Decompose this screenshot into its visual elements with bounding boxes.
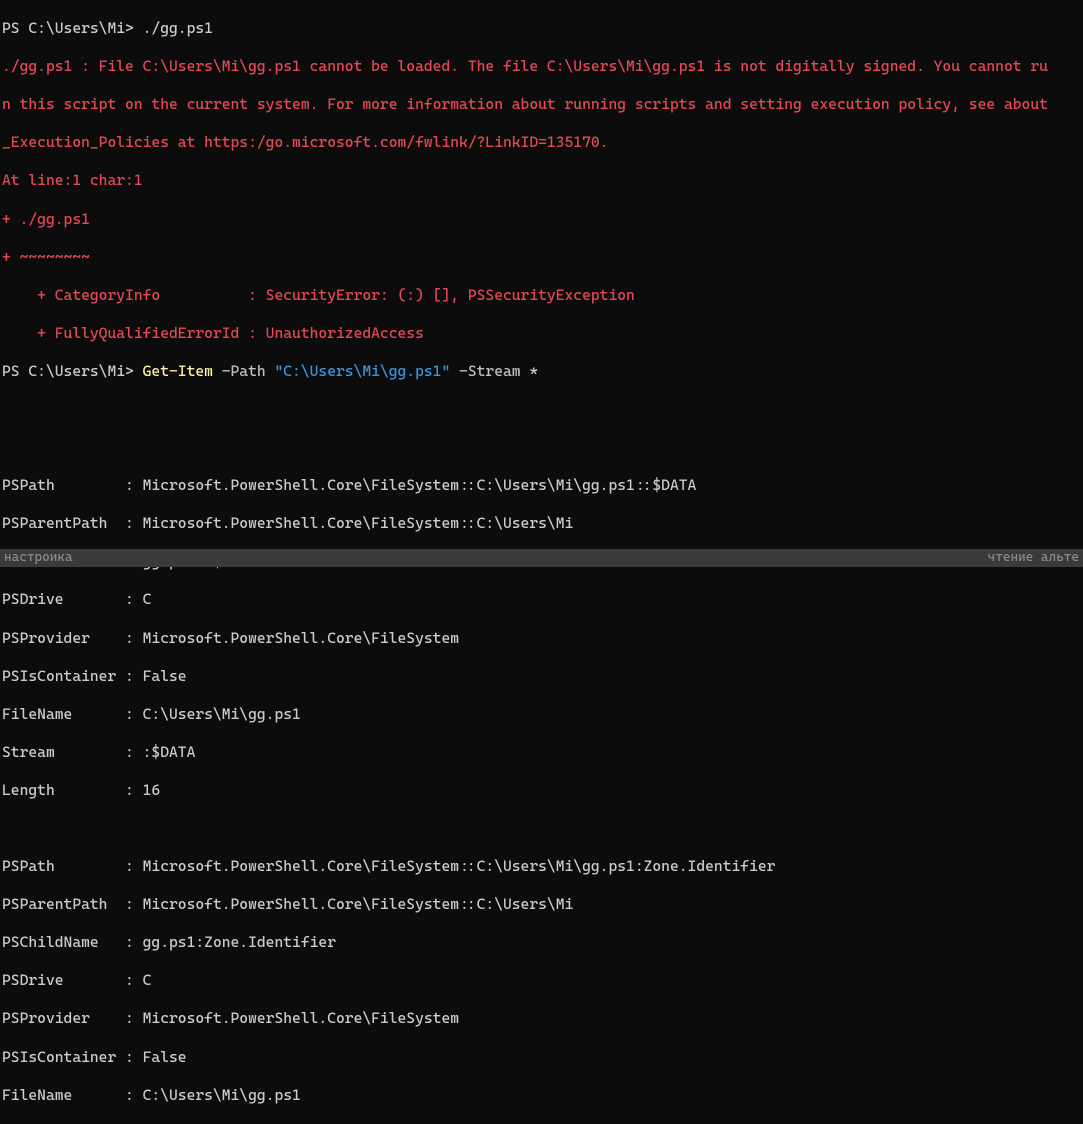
wildcard: * [529,362,538,380]
output-line: PSPath : Microsoft.PowerShell.Core\FileS… [2,476,1081,495]
cmdlet-name: Get-Item [143,362,213,380]
error-line: ./gg.ps1 : File C:\Users\Mi\gg.ps1 canno… [2,57,1081,76]
blank-line [2,819,1081,838]
command-text: ./gg.ps1 [143,19,213,37]
output-line: FileName : C:\Users\Mi\gg.ps1 [2,705,1081,724]
output-line: PSDrive : C [2,971,1081,990]
prompt-line-2: PS C:\Users\Mi> Get-Item -Path "C:\Users… [2,362,1081,381]
prompt-prefix: PS C:\Users\Mi> [2,362,143,380]
output-line: PSParentPath : Microsoft.PowerShell.Core… [2,514,1081,533]
error-line: n this script on the current system. For… [2,95,1081,114]
error-line: _Execution_Policies at https:/go.microso… [2,133,1081,152]
string-literal: "C:\Users\Mi\gg.ps1" [274,362,450,380]
output-line: FileName : C:\Users\Mi\gg.ps1 [2,1086,1081,1105]
status-left: настроика [4,550,73,566]
output-line: PSDrive : C [2,590,1081,609]
status-bar: настроика чтение альте [0,549,1083,567]
output-line: Length : 16 [2,781,1081,800]
blank-line [2,438,1081,457]
output-line: PSProvider : Microsoft.PowerShell.Core\F… [2,1009,1081,1028]
param-path: -Path [213,362,275,380]
output-line: PSProvider : Microsoft.PowerShell.Core\F… [2,629,1081,648]
output-line: Stream : :$DATA [2,743,1081,762]
prompt-line-1: PS C:\Users\Mi> ./gg.ps1 [2,19,1081,38]
param-stream: -Stream [450,362,529,380]
error-line: + CategoryInfo : SecurityError: (:) [], … [2,286,1081,305]
output-line: PSParentPath : Microsoft.PowerShell.Core… [2,895,1081,914]
error-line: + ~~~~~~~~ [2,248,1081,267]
status-right: чтение альте [988,550,1079,566]
prompt-prefix: PS C:\Users\Mi> [2,19,143,37]
output-line: PSIsContainer : False [2,1048,1081,1067]
error-line: + ./gg.ps1 [2,210,1081,229]
output-line: PSIsContainer : False [2,667,1081,686]
output-line: PSChildName : gg.ps1:Zone.Identifier [2,933,1081,952]
output-line: PSPath : Microsoft.PowerShell.Core\FileS… [2,857,1081,876]
blank-line [2,400,1081,419]
error-line: + FullyQualifiedErrorId : UnauthorizedAc… [2,324,1081,343]
error-line: At line:1 char:1 [2,171,1081,190]
